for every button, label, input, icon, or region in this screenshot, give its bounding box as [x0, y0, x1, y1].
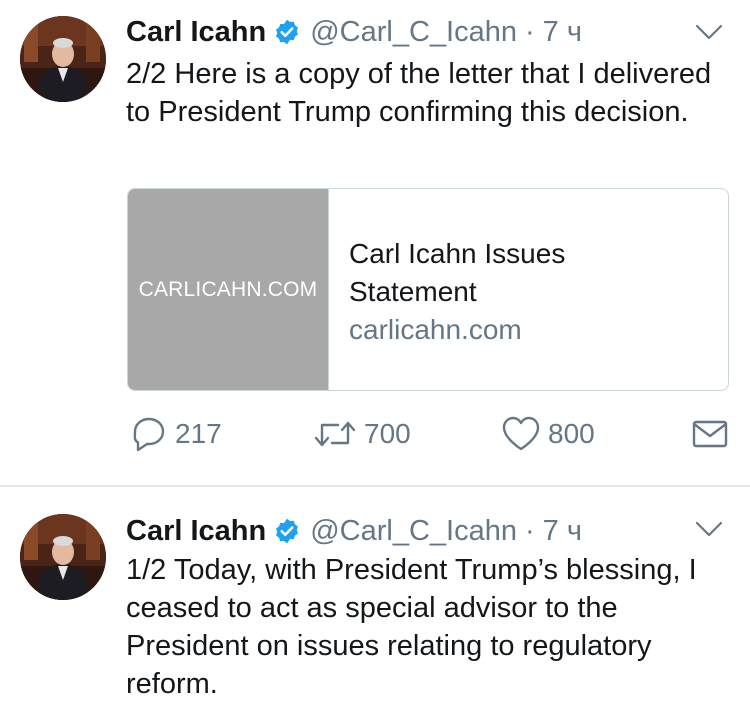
- separator-dot: ·: [524, 514, 535, 547]
- tweet-text: 1/2 Today, with President Trump’s blessi…: [126, 554, 697, 700]
- tweet-text: 2/2 Here is a copy of the letter that I …: [126, 58, 712, 128]
- tweet[interactable]: Carl Icahn @Carl_C_Icahn · 7 ч 2/2 Here …: [0, 0, 750, 486]
- card-body: Carl Icahn Issues Statement carlicahn.co…: [329, 189, 649, 390]
- heart-icon: [502, 416, 540, 451]
- retweet-count: 700: [364, 418, 411, 449]
- tweet-header: Carl Icahn @Carl_C_Icahn · 7 ч: [126, 511, 582, 551]
- verified-badge-icon: [276, 518, 299, 544]
- author-name[interactable]: Carl Icahn: [126, 16, 266, 49]
- retweet-icon: [314, 421, 356, 447]
- chevron-down-icon[interactable]: [694, 519, 724, 539]
- reply-button[interactable]: 217: [129, 412, 222, 456]
- author-handle[interactable]: @Carl_C_Icahn: [310, 16, 517, 49]
- author-name[interactable]: Carl Icahn: [126, 515, 266, 548]
- chevron-down-icon[interactable]: [694, 22, 724, 42]
- reply-count: 217: [175, 418, 222, 449]
- timestamp[interactable]: 7 ч: [543, 16, 582, 49]
- separator-dot: ·: [524, 15, 535, 48]
- card-title: Carl Icahn Issues Statement: [349, 238, 566, 307]
- card-image: CARLICAHN.COM: [128, 189, 329, 390]
- card-domain: carlicahn.com: [349, 314, 522, 345]
- envelope-icon: [692, 420, 728, 448]
- avatar-photo: [20, 514, 106, 600]
- avatar[interactable]: [20, 514, 106, 600]
- link-card[interactable]: CARLICAHN.COM Carl Icahn Issues Statemen…: [127, 188, 729, 391]
- tweet[interactable]: Carl Icahn @Carl_C_Icahn · 7 ч 1/2 Today…: [0, 487, 750, 720]
- verified-badge-icon: [276, 19, 299, 45]
- author-handle[interactable]: @Carl_C_Icahn: [310, 515, 517, 548]
- tweet-header: Carl Icahn @Carl_C_Icahn · 7 ч: [126, 12, 582, 52]
- tweet-actions: 217 700 800: [0, 412, 750, 456]
- avatar[interactable]: [20, 16, 106, 102]
- avatar-photo: [20, 16, 106, 102]
- direct-message-button[interactable]: [692, 412, 734, 456]
- retweet-button[interactable]: 700: [312, 412, 411, 456]
- card-image-label: CARLICAHN.COM: [138, 277, 318, 301]
- reply-icon: [133, 417, 165, 452]
- like-button[interactable]: 800: [500, 412, 595, 456]
- like-count: 800: [548, 418, 595, 449]
- timestamp[interactable]: 7 ч: [543, 515, 582, 548]
